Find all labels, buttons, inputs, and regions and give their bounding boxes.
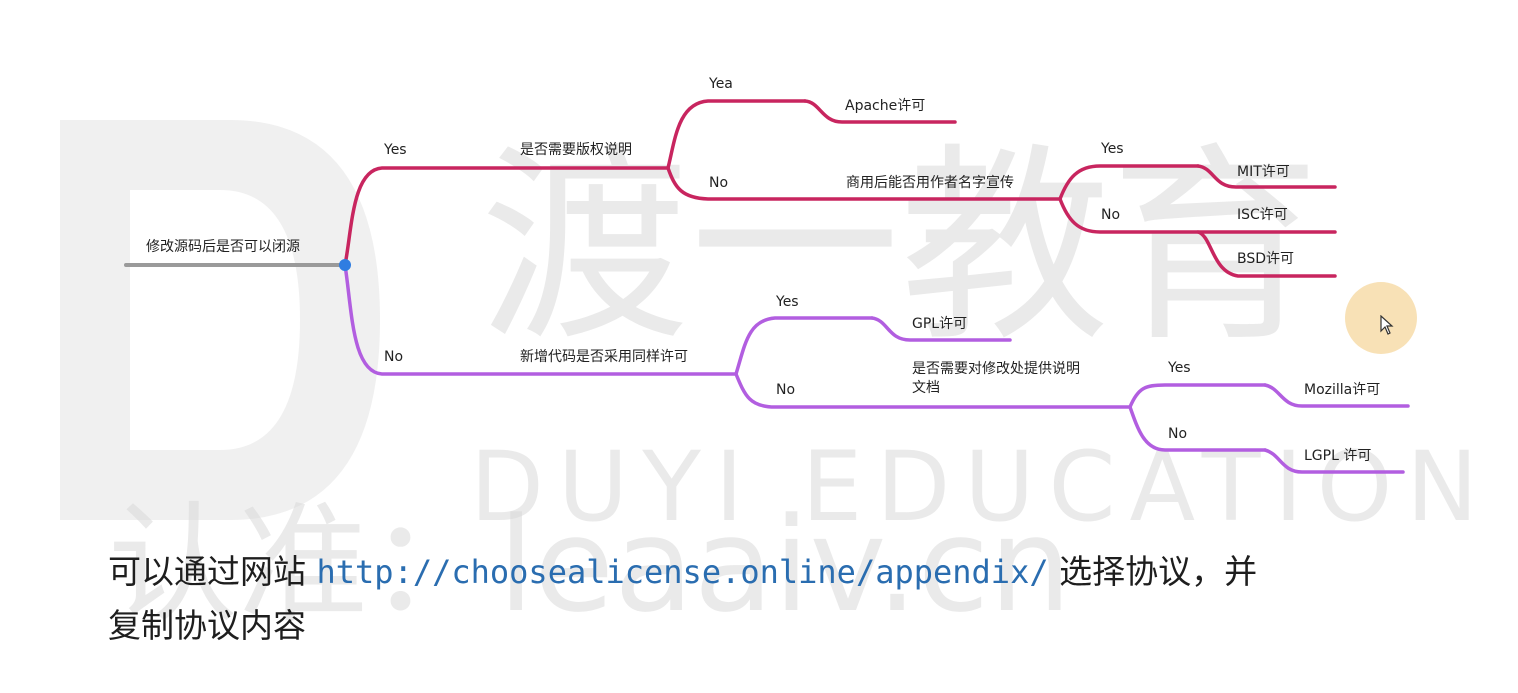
edge-doc-no: [1128, 405, 1267, 452]
question-doc-line2: 文档: [912, 380, 940, 396]
caption-text: 可以通过网站 http://choosealicense.online/appe…: [108, 545, 1468, 653]
edge-label-same-license-no: No: [776, 382, 795, 398]
edge-label-copyright-no: No: [709, 175, 728, 191]
edge-label-yea: Yea: [708, 76, 733, 92]
edge-copyright-yea: [666, 99, 807, 170]
edge-label-doc-yes: Yes: [1167, 360, 1191, 376]
slide: 渡一教育 DUYI EDUCATION 认准：leaaiv.cn 修改源码后是否…: [0, 0, 1518, 693]
question-same-license: 新增代码是否采用同样许可: [520, 349, 688, 365]
caption-prefix: 可以通过网站: [108, 552, 317, 591]
caption-line2: 复制协议内容: [108, 606, 306, 645]
edge-label-promo-no: No: [1101, 207, 1120, 223]
edge-label-no: No: [384, 349, 403, 365]
mouse-pointer-icon: [1380, 315, 1394, 335]
branch-closed-source-yes: [343, 99, 1337, 278]
root-node-dot: [339, 259, 351, 271]
result-mit: MIT许可: [1237, 164, 1290, 180]
license-site-link[interactable]: http://choosealicense.online/appendix/: [317, 553, 1049, 591]
edge-root-yes: [343, 166, 670, 267]
result-isc: ISC许可: [1237, 207, 1288, 223]
edge-promo-yes: [1058, 164, 1200, 201]
edge-label-doc-no: No: [1168, 426, 1187, 442]
question-author-promo: 商用后能否用作者名字宣传: [846, 175, 1014, 191]
result-apache: Apache许可: [845, 98, 925, 114]
result-mozilla: Mozilla许可: [1304, 382, 1380, 398]
edge-same-license-yes: [734, 316, 874, 376]
edge-label-same-license-yes: Yes: [775, 294, 799, 310]
question-doc-line1: 是否需要对修改处提供说明: [912, 361, 1080, 377]
result-lgpl: LGPL 许可: [1304, 448, 1371, 464]
branch-closed-source-no: [343, 263, 1410, 474]
result-bsd: BSD许可: [1237, 251, 1294, 267]
question-copyright: 是否需要版权说明: [520, 142, 632, 158]
edge-label-promo-yes: Yes: [1100, 141, 1124, 157]
result-gpl: GPL许可: [912, 316, 967, 332]
root-question: 修改源码后是否可以闭源: [146, 239, 300, 255]
edge-label-yes: Yes: [383, 142, 407, 158]
edge-doc-yes: [1128, 383, 1267, 409]
caption-suffix: 选择协议，并: [1048, 552, 1258, 591]
